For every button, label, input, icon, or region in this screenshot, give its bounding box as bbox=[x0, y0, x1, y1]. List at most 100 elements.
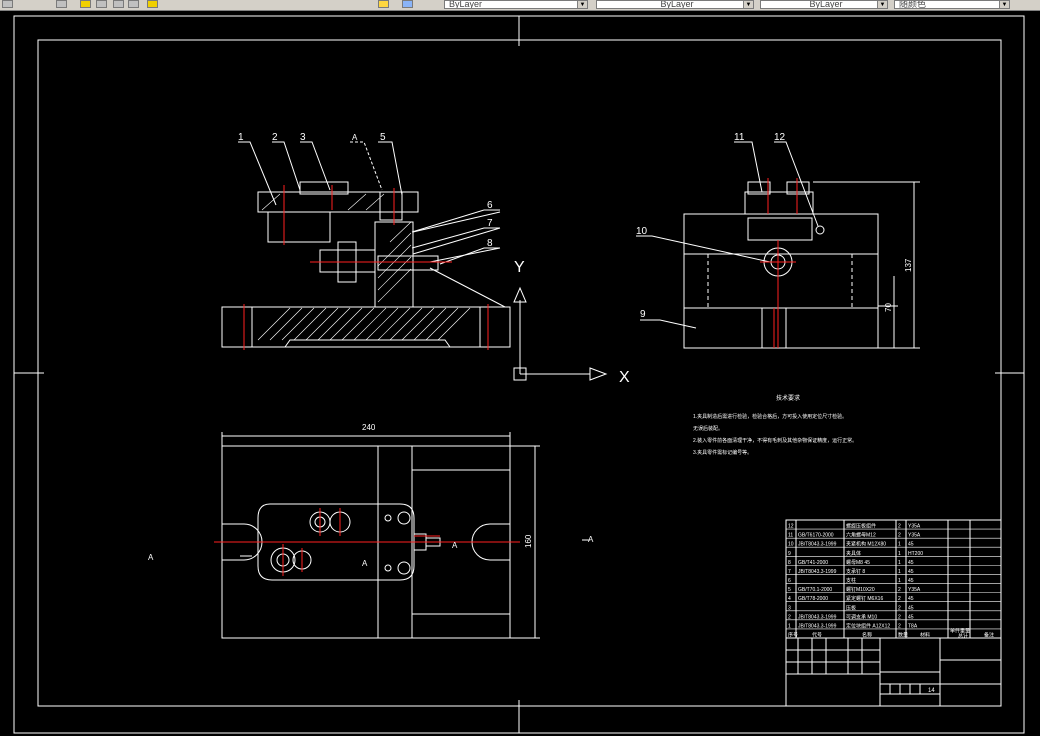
bom-header-mat: 材料 bbox=[920, 632, 930, 639]
bom-header-note: 备注 bbox=[984, 632, 994, 639]
balloon-6: 6 bbox=[487, 200, 493, 211]
bom-table bbox=[785, 519, 1002, 707]
bom-cell-mat: 45 bbox=[908, 605, 914, 611]
balloon-a: A bbox=[352, 133, 358, 142]
layer-state-icon[interactable] bbox=[80, 0, 91, 8]
linetype-combo-value: ByLayer bbox=[660, 0, 694, 9]
section-label-right: A bbox=[588, 535, 594, 544]
bom-cell-no: 12 bbox=[788, 524, 794, 530]
bom-cell-no: 11 bbox=[788, 533, 793, 539]
bom-header-name: 名称 bbox=[862, 632, 872, 639]
print-icon[interactable] bbox=[96, 0, 107, 8]
bom-cell-name: 螺旋压板组件 bbox=[846, 523, 876, 530]
plotstyle-combo-value: 随颜色 bbox=[899, 0, 927, 9]
copy-icon[interactable] bbox=[113, 0, 124, 8]
bom-cell-qty: 2 bbox=[898, 614, 901, 620]
bom-cell-no: 2 bbox=[788, 614, 791, 620]
bom-cell-code: JB/T8043.3-1999 bbox=[798, 623, 837, 629]
bom-cell-mat: HT200 bbox=[908, 551, 923, 557]
center-lines bbox=[214, 178, 798, 576]
sheet-number: 14 bbox=[928, 688, 935, 694]
bom-cell-code: GB/T70.1-2000 bbox=[798, 587, 832, 593]
bom-cell-qty: 2 bbox=[898, 587, 901, 593]
note-line: 无误后装配。 bbox=[693, 425, 723, 432]
match-properties-icon[interactable] bbox=[378, 0, 389, 8]
bom-cell-no: 1 bbox=[788, 623, 791, 629]
bom-cell-name: 可调支承 M10 bbox=[846, 613, 877, 620]
balloon-12: 12 bbox=[774, 132, 786, 143]
section-label-left: A bbox=[148, 553, 154, 562]
chevron-down-icon[interactable]: ▼ bbox=[999, 1, 1009, 8]
plotstyle-combo[interactable]: 随颜色 ▼ bbox=[894, 0, 1010, 9]
layer-icon[interactable] bbox=[2, 0, 13, 8]
balloon-2: 2 bbox=[272, 132, 278, 143]
bom-cell-code: GB/T6170-2000 bbox=[798, 533, 834, 539]
chevron-down-icon[interactable]: ▼ bbox=[577, 1, 587, 8]
note-line: 2.装入零件前各面清理干净，不得有毛刺及其他杂物保证精度，运行正常。 bbox=[693, 437, 857, 444]
bom-cell-qty: 1 bbox=[898, 551, 901, 557]
chevron-down-icon[interactable]: ▼ bbox=[743, 1, 753, 8]
bom-cell-name: 支承钉 8 bbox=[846, 568, 865, 575]
dim-240: 240 bbox=[362, 423, 376, 432]
bom-cell-name: 夹紧机构 M12X80 bbox=[846, 541, 886, 548]
bom-header-code: 代号 bbox=[812, 632, 822, 639]
bom-cell-name: 紧定螺钉 M6X16 bbox=[846, 595, 883, 602]
ucs-y-label: Y bbox=[514, 259, 525, 276]
top-view bbox=[221, 432, 540, 639]
bom-cell-code: JB/T8043.3-1999 bbox=[798, 542, 837, 548]
balloon-7: 7 bbox=[487, 218, 493, 229]
bom-cell-mat: 45 bbox=[908, 542, 914, 548]
bom-cell-no: 4 bbox=[788, 596, 791, 602]
bom-cell-qty: 2 bbox=[898, 533, 901, 539]
bom-cell-name: 六角螺母M12 bbox=[846, 532, 876, 539]
bom-cell-qty: 2 bbox=[898, 605, 901, 611]
paste-icon[interactable] bbox=[128, 0, 139, 8]
bom-cell-no: 10 bbox=[788, 542, 794, 548]
balloon-11: 11 bbox=[734, 132, 745, 143]
bom-cell-mat: 45 bbox=[908, 578, 914, 584]
toolbar: ByLayer ▼ ByLayer ▼ ByLayer ▼ 随颜色 ▼ bbox=[0, 0, 1040, 11]
bom-cell-name: 螺钉M10X20 bbox=[846, 586, 875, 593]
bom-cell-name: 定位块组件 A12X12 bbox=[846, 622, 890, 629]
annotations: 1 2 3 A 5 6 7 8 11 12 10 9 240 160 137 7… bbox=[148, 132, 935, 694]
bom-cell-name: 夹具体 bbox=[846, 550, 861, 557]
lineweight-combo-value: ByLayer bbox=[809, 0, 843, 9]
section-leader-a bbox=[350, 141, 383, 191]
linetype-combo[interactable]: ByLayer ▼ bbox=[596, 0, 754, 9]
bom-cell-mat: 45 bbox=[908, 614, 914, 620]
bom-cell-mat: Y35A bbox=[908, 587, 921, 593]
lineweight-combo[interactable]: ByLayer ▼ bbox=[760, 0, 888, 9]
notes-title: 技术要求 bbox=[776, 394, 800, 402]
bulb-icon[interactable] bbox=[147, 0, 158, 8]
balloon-8: 8 bbox=[487, 238, 493, 249]
bom-header-total: 总计 bbox=[958, 633, 968, 640]
bom-cell-name: 支柱 bbox=[846, 577, 856, 584]
bom-cell-qty: 1 bbox=[898, 542, 901, 548]
bom-cell-code: GB/T41-2000 bbox=[798, 560, 828, 566]
bom-cell-mat: Y35A bbox=[908, 524, 921, 530]
balloon-1: 1 bbox=[238, 132, 244, 143]
chevron-down-icon[interactable]: ▼ bbox=[877, 1, 887, 8]
vertical-scrollbar[interactable] bbox=[1026, 11, 1040, 736]
bom-cell-qty: 2 bbox=[898, 596, 901, 602]
balloon-9: 9 bbox=[640, 309, 646, 320]
section-label-mid-1: A bbox=[452, 541, 458, 550]
bom-cell-qty: 2 bbox=[898, 524, 901, 530]
bom-cell-no: 5 bbox=[788, 587, 791, 593]
bom-cell-mat: T8A bbox=[908, 623, 918, 629]
bom-header-qty: 数量 bbox=[898, 632, 908, 639]
ucs-icon bbox=[513, 286, 608, 381]
layer-previous-icon[interactable] bbox=[402, 0, 413, 8]
balloon-10: 10 bbox=[636, 226, 648, 237]
balloon-3: 3 bbox=[300, 132, 306, 143]
bom-cell-mat: 45 bbox=[908, 560, 914, 566]
bom-cell-qty: 2 bbox=[898, 623, 901, 629]
save-icon[interactable] bbox=[56, 0, 67, 8]
bom-header-no: 序号 bbox=[788, 632, 798, 639]
bom-cell-code: JB/T8043.3-1999 bbox=[798, 569, 837, 575]
note-line: 3.夹具零件需标记编号等。 bbox=[693, 449, 752, 456]
color-combo[interactable]: ByLayer ▼ bbox=[444, 0, 588, 9]
drawing-canvas[interactable]: 1 2 3 A 5 6 7 8 11 12 10 9 240 160 137 7… bbox=[0, 11, 1026, 736]
dim-70: 70 bbox=[884, 303, 893, 312]
dim-137: 137 bbox=[904, 258, 913, 272]
